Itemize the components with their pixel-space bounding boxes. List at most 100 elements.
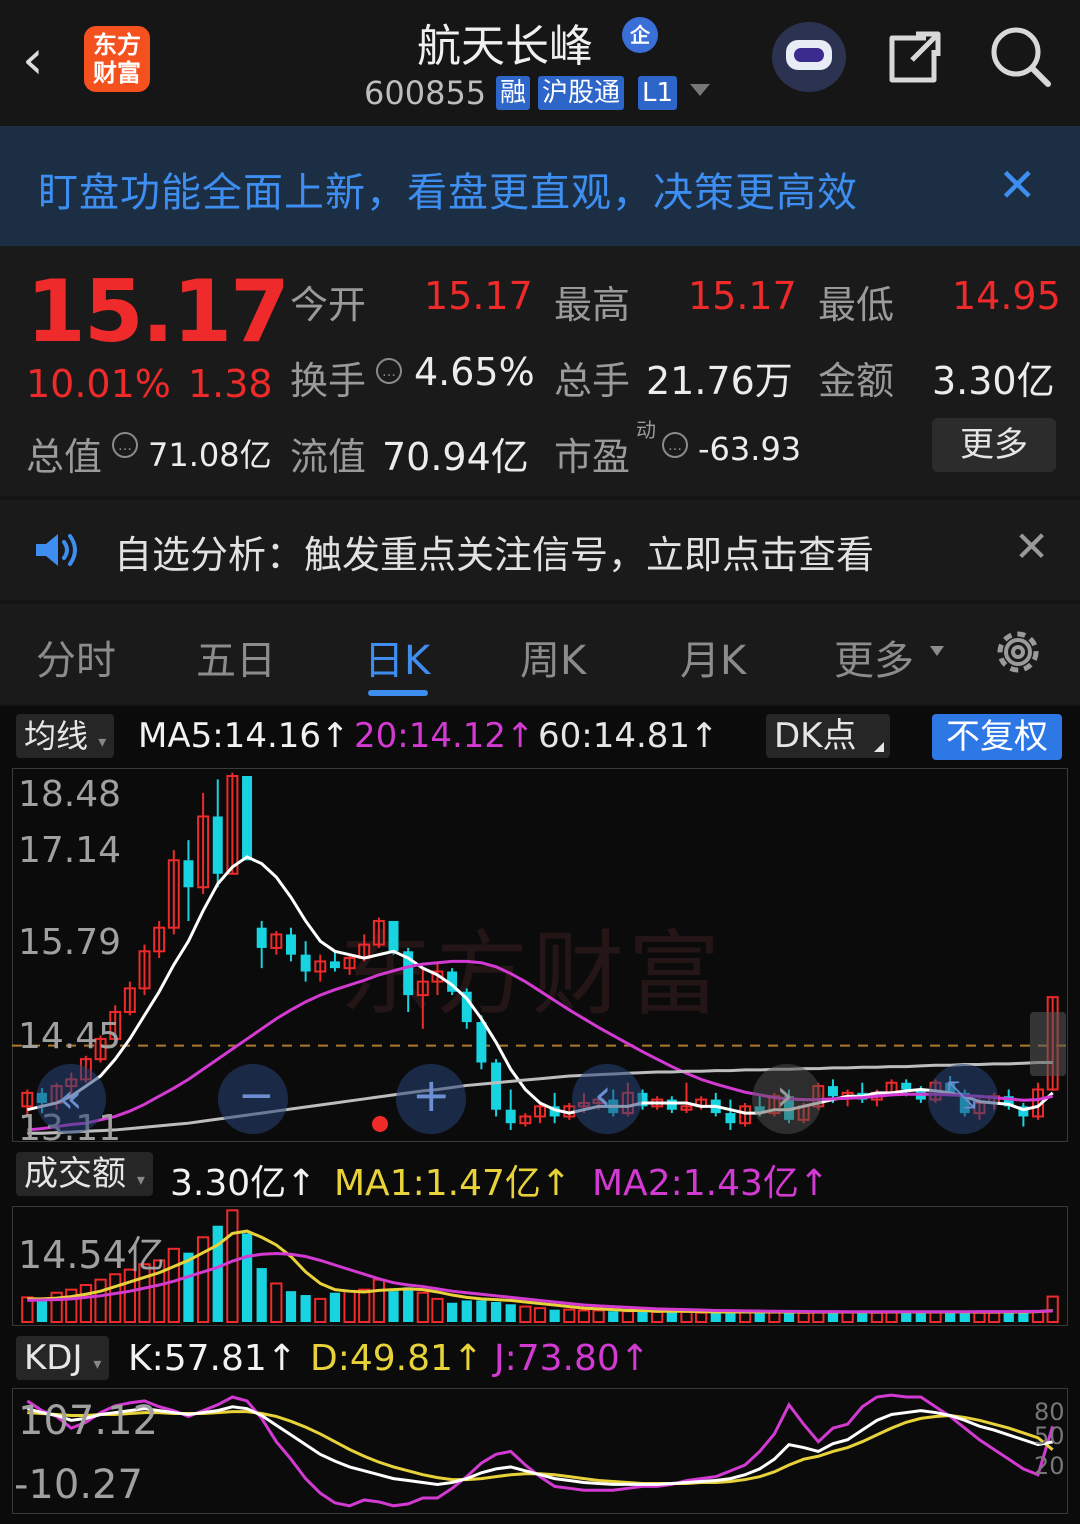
stock-code[interactable]: 600855: [364, 74, 486, 112]
chevron-down-icon[interactable]: [690, 84, 710, 96]
promo-banner-text[interactable]: 盯盘功能全面上新，看盘更直观，决策更高效: [38, 160, 858, 218]
amount-indicator-value: 3.30亿↑: [170, 1163, 317, 1204]
turnover-value: 4.65%: [414, 350, 535, 394]
indicator-selector[interactable]: 均线 ▾: [16, 714, 115, 758]
candle-body: [329, 961, 340, 969]
amount-bar: [754, 1312, 765, 1322]
kdj-right-tick: 50: [1034, 1422, 1065, 1450]
tab-intraday[interactable]: 分时: [36, 628, 116, 686]
app-logo[interactable]: 东方财富: [84, 26, 150, 92]
amount-ma2-value: MA2:1.43亿↑: [592, 1163, 830, 1204]
adjust-price-button[interactable]: 不复权: [932, 714, 1062, 760]
close-icon[interactable]: ✕: [1014, 522, 1049, 571]
gear-icon[interactable]: [992, 626, 1044, 678]
amount-indicator-selector[interactable]: 成交额 ▾: [16, 1152, 153, 1196]
pe-dynamic-mark: 动: [636, 418, 656, 442]
amount-bar: [79, 1284, 93, 1324]
volume-value: 21.76万: [646, 359, 793, 403]
caret-down-icon[interactable]: [930, 646, 944, 656]
amount-bar: [841, 1310, 854, 1323]
tab-weekly-k[interactable]: 周K: [520, 628, 586, 686]
minus-icon: −: [238, 1070, 275, 1121]
amount-bar: [241, 1233, 253, 1322]
candle-body: [827, 1086, 838, 1097]
plus-icon: +: [412, 1068, 451, 1122]
alert-text[interactable]: 自选分析：触发重点关注信号，立即点击查看: [114, 524, 874, 579]
open-value: 15.17: [424, 274, 533, 318]
kdj-y-tick: 107.12: [18, 1398, 158, 1444]
close-icon[interactable]: ✕: [998, 158, 1037, 212]
corner-caret-icon: [874, 742, 884, 752]
info-icon[interactable]: …: [662, 432, 688, 458]
amount-bar: [358, 1288, 371, 1323]
amount-bar: [300, 1295, 311, 1322]
robot-visor: [794, 48, 824, 62]
ma20-value: 20:14.12↑: [354, 716, 535, 756]
candlestick-chart[interactable]: [12, 768, 1068, 1142]
amount-bar: [431, 1297, 444, 1323]
more-quote-button[interactable]: 更多: [932, 418, 1056, 472]
y-tick-label: 17.14: [18, 830, 122, 871]
tab-five-day[interactable]: 五日: [196, 628, 276, 686]
ma-line-ma5: [26, 855, 1054, 1115]
amount-bar: [666, 1311, 677, 1322]
kdj-line-chart[interactable]: [12, 1388, 1068, 1514]
stock-name: 航天长峰: [417, 21, 593, 72]
amount-bar: [973, 1311, 986, 1323]
amount-bar: [533, 1307, 547, 1324]
search-icon[interactable]: [988, 24, 1052, 88]
amount-bar: [710, 1312, 721, 1322]
tab-more[interactable]: 更多: [834, 628, 914, 686]
candle-body: [476, 1022, 487, 1063]
back-arrow-icon[interactable]: ‹: [22, 30, 62, 90]
amount-bar: [901, 1311, 912, 1322]
kdj-selector[interactable]: KDJ ▾: [16, 1336, 110, 1380]
amount-bar: [270, 1282, 283, 1323]
info-icon[interactable]: …: [112, 432, 138, 458]
turnover-label: 换手: [290, 359, 367, 403]
last-price: 15.17: [26, 262, 290, 362]
amount-bar: [403, 1287, 414, 1322]
kdj-j-value: J:73.80↑: [494, 1338, 650, 1379]
amount-bar: [36, 1299, 48, 1322]
amount-bar: [446, 1302, 458, 1322]
candle-body: [183, 860, 194, 888]
amount-bar: [490, 1301, 502, 1322]
signal-dot[interactable]: [372, 1116, 388, 1132]
amount-value: 3.30亿: [932, 359, 1055, 403]
tab-daily-k[interactable]: 日K: [364, 628, 430, 686]
double-left-icon: «: [58, 1076, 83, 1122]
y-tick-label: 18.48: [18, 774, 122, 815]
share-icon[interactable]: [886, 28, 944, 86]
connect-tag: 沪股通: [538, 76, 625, 110]
candle-body: [901, 1082, 912, 1090]
tab-monthly-k[interactable]: 月K: [680, 628, 746, 686]
amount-bar: [505, 1304, 516, 1322]
low-value: 14.95: [952, 274, 1061, 318]
amount-bar: [592, 1309, 605, 1323]
amount-bar: [915, 1312, 926, 1322]
amount-bar: [870, 1311, 884, 1323]
info-icon[interactable]: …: [376, 358, 402, 384]
amount-bar: [563, 1308, 576, 1323]
amount-bar: [388, 1291, 399, 1322]
total-cap-label: 总值: [26, 435, 103, 479]
dk-point-button[interactable]: DK点: [766, 714, 890, 758]
candle-body: [666, 1099, 677, 1110]
amount-bar: [329, 1292, 341, 1322]
amount-bar: [959, 1311, 970, 1322]
amount-bar: [577, 1309, 591, 1323]
open-label: 今开: [290, 283, 367, 327]
high-label: 最高: [554, 283, 631, 327]
kdj-line-j: [26, 1393, 1055, 1508]
amount-bar-chart[interactable]: [12, 1206, 1068, 1326]
amount-bar: [827, 1312, 839, 1322]
y-tick-label: 15.79: [18, 922, 122, 963]
indicator-selector-label: 均线: [24, 717, 89, 755]
panel-handle[interactable]: [1030, 1012, 1066, 1076]
candle-body: [491, 1062, 502, 1110]
total-cap-value: 71.08亿: [148, 436, 272, 474]
amount-bar: [929, 1310, 942, 1323]
pe-label: 市盈: [554, 435, 631, 479]
amount-bar: [416, 1291, 429, 1324]
